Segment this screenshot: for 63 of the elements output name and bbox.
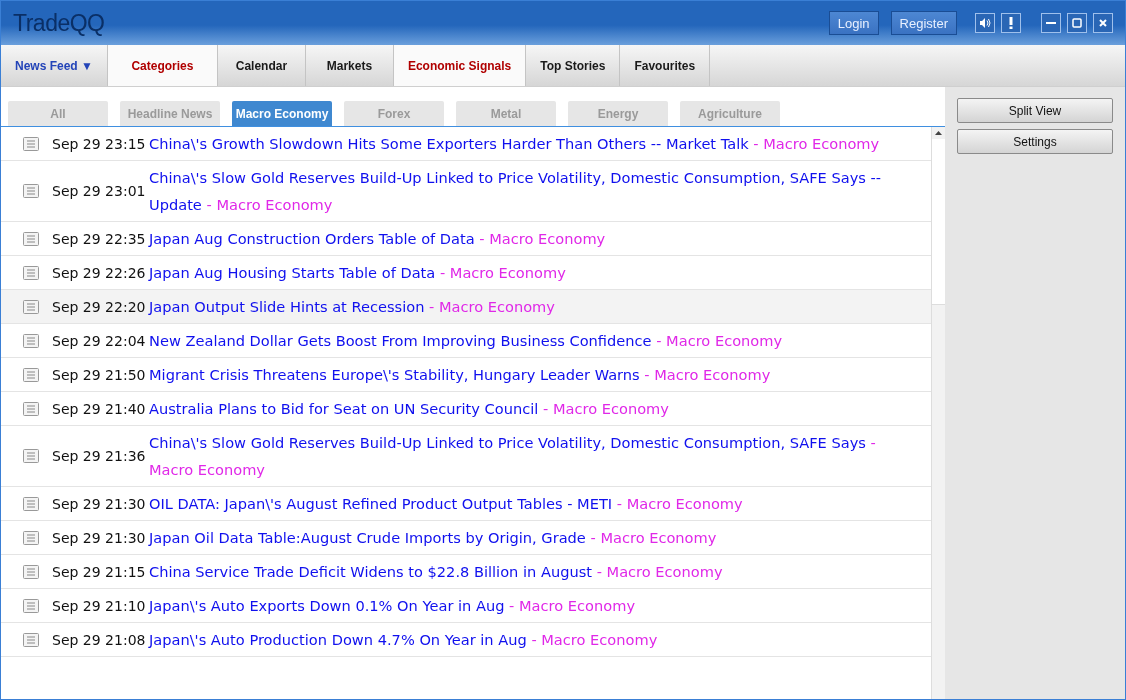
document-icon bbox=[23, 496, 39, 511]
news-time: Sep 29 22:26 bbox=[52, 264, 147, 281]
nav-tab[interactable]: Top Stories bbox=[526, 45, 621, 86]
document-icon bbox=[23, 367, 39, 382]
news-time: Sep 29 21:15 bbox=[52, 563, 147, 580]
news-time: Sep 29 21:08 bbox=[52, 631, 147, 648]
nav-tab[interactable]: Favourites bbox=[620, 45, 711, 86]
news-feed-menu[interactable]: News Feed ▼ bbox=[1, 45, 108, 86]
nav-tab[interactable]: Categories bbox=[107, 45, 218, 86]
document-icon bbox=[23, 184, 39, 198]
document-icon bbox=[23, 449, 39, 463]
news-time: Sep 29 23:01 bbox=[52, 183, 147, 199]
nav-tab[interactable]: Calendar bbox=[217, 45, 306, 86]
news-time: Sep 29 21:36 bbox=[52, 448, 147, 464]
document-icon bbox=[23, 632, 39, 647]
news-time: Sep 29 23:15 bbox=[52, 135, 147, 152]
scroll-thumb[interactable] bbox=[932, 139, 945, 305]
news-headline[interactable]: OIL DATA: Japan\'s August Refined Product Output Tables - METI - Macro Economy bbox=[149, 490, 889, 517]
document-icon bbox=[23, 265, 39, 280]
news-headline[interactable]: Japan Output Slide Hints at Recession - Macro Economy bbox=[149, 293, 889, 320]
document-icon bbox=[23, 530, 39, 545]
news-time: Sep 29 22:20 bbox=[52, 298, 147, 315]
speaker-icon[interactable] bbox=[975, 13, 995, 33]
news-time: Sep 29 22:04 bbox=[52, 332, 147, 349]
news-headline[interactable]: Australia Plans to Bid for Seat on UN Security Council - Macro Economy bbox=[149, 395, 889, 422]
news-row[interactable]: Sep 29 22:20 Japan Output Slide Hints at Recession - Macro Economy bbox=[1, 290, 931, 324]
scrollbar[interactable] bbox=[931, 127, 945, 699]
document-icon bbox=[23, 598, 39, 613]
news-time: Sep 29 21:40 bbox=[52, 400, 147, 417]
news-headline[interactable]: Japan Aug Housing Starts Table of Data - Macro Economy bbox=[149, 259, 889, 286]
news-headline[interactable]: Japan Aug Construction Orders Table of Data - Macro Economy bbox=[149, 225, 889, 252]
news-time: Sep 29 21:50 bbox=[52, 366, 147, 383]
document-icon bbox=[23, 136, 39, 151]
maximize-icon[interactable] bbox=[1067, 13, 1087, 33]
news-headline[interactable]: Migrant Crisis Threatens Europe\'s Stability, Hungary Leader Warns - Macro Economy bbox=[149, 361, 889, 388]
filter-tab[interactable]: Macro Economy bbox=[232, 101, 332, 126]
news-time: Sep 29 21:30 bbox=[52, 495, 147, 512]
document-icon bbox=[23, 231, 39, 246]
close-icon[interactable] bbox=[1093, 13, 1113, 33]
document-icon bbox=[23, 333, 39, 348]
document-icon bbox=[23, 401, 39, 416]
settings-button[interactable]: Settings bbox=[957, 129, 1113, 154]
news-headline[interactable]: China\'s Slow Gold Reserves Build-Up Linked to Price Volatility, Domestic Consumption, SAFE Says - Macro Economy bbox=[149, 429, 889, 483]
document-icon bbox=[23, 564, 39, 579]
nav-tab[interactable]: Markets bbox=[305, 45, 394, 86]
news-time: Sep 29 21:30 bbox=[52, 529, 147, 546]
news-headline[interactable]: China\'s Slow Gold Reserves Build-Up Linked to Price Volatility, Domestic Consumption, SAFE Says -- Update - Macro Economy bbox=[149, 164, 889, 218]
news-headline[interactable]: China\'s Growth Slowdown Hits Some Exporters Harder Than Others -- Market Talk - Macro Economy bbox=[149, 130, 889, 157]
news-time: Sep 29 22:35 bbox=[52, 230, 147, 247]
news-headline[interactable]: China Service Trade Deficit Widens to $22.8 Billion in August - Macro Economy bbox=[149, 558, 889, 585]
news-headline[interactable]: New Zealand Dollar Gets Boost From Improving Business Confidence - Macro Economy bbox=[149, 327, 889, 354]
news-headline[interactable]: Japan\'s Auto Production Down 4.7% On Year in Aug - Macro Economy bbox=[149, 626, 889, 653]
app-logo: TradeQQ bbox=[13, 9, 105, 37]
split-view-button[interactable]: Split View bbox=[957, 98, 1113, 123]
minimize-icon[interactable] bbox=[1041, 13, 1061, 33]
register-button[interactable]: Register bbox=[890, 11, 957, 35]
news-headline[interactable]: Japan Oil Data Table:August Crude Imports by Origin, Grade - Macro Economy bbox=[149, 524, 889, 551]
login-button[interactable]: Login bbox=[828, 11, 879, 35]
document-icon bbox=[23, 299, 39, 314]
nav-tab[interactable]: Economic Signals bbox=[393, 45, 527, 86]
news-time: Sep 29 21:10 bbox=[52, 597, 147, 614]
alert-icon[interactable] bbox=[1001, 13, 1021, 33]
news-headline[interactable]: Japan\'s Auto Exports Down 0.1% On Year in Aug - Macro Economy bbox=[149, 592, 889, 619]
